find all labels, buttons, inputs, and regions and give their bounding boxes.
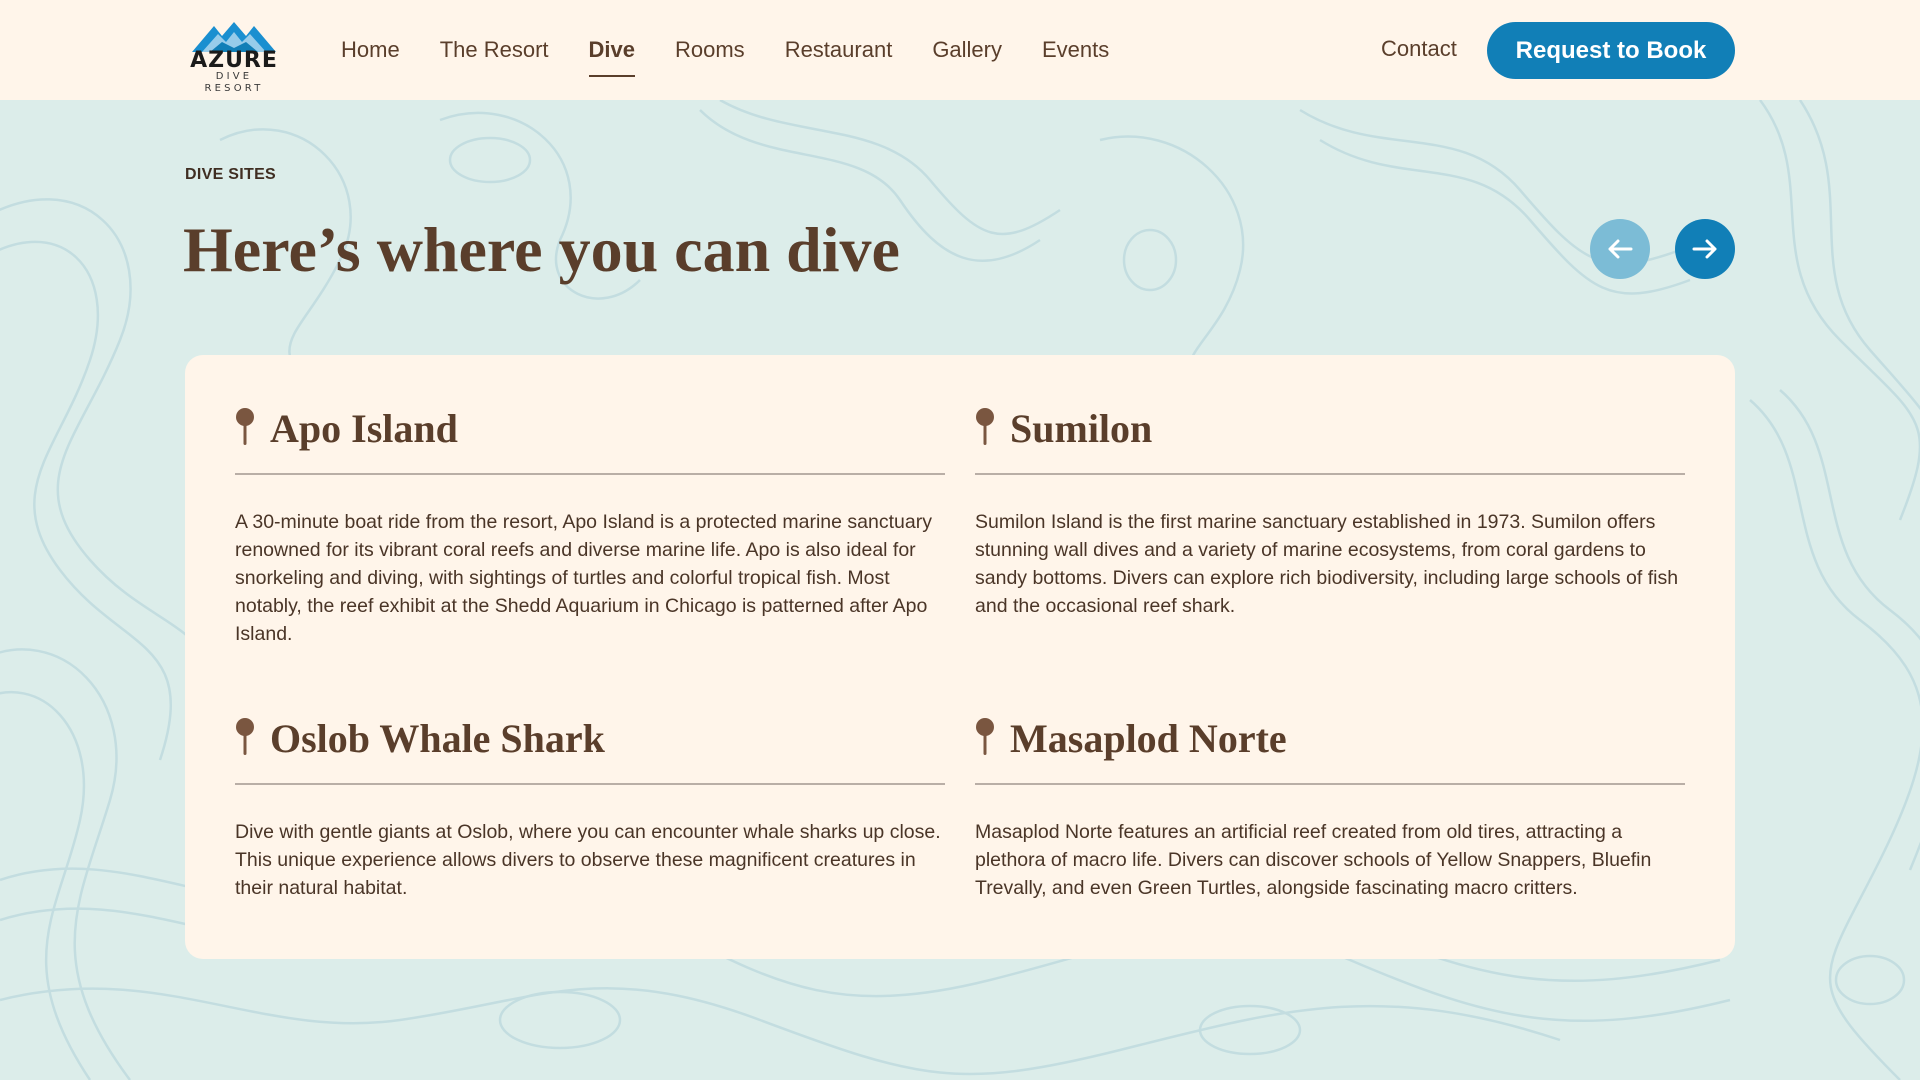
nav-restaurant[interactable]: Restaurant [785, 35, 893, 65]
arrow-left-icon [1608, 239, 1633, 259]
dive-site-name: Masaplod Norte [1010, 716, 1287, 761]
nav-home[interactable]: Home [341, 35, 400, 65]
azure-logo[interactable]: AZURE DIVE RESORT [184, 20, 284, 94]
dive-site-description: Masaplod Norte features an artificial re… [975, 821, 1652, 899]
dive-site-header: Masaplod Norte [975, 715, 1685, 785]
nav-dive[interactable]: Dive [588, 35, 636, 77]
dive-site-name: Sumilon [1010, 406, 1153, 451]
contact-link[interactable]: Contact [1381, 34, 1457, 64]
dive-sites-card: Apo Island A 30-minute boat ride from th… [185, 355, 1735, 959]
dive-site-sumilon: Sumilon Sumilon Island is the first mari… [975, 405, 1685, 620]
dive-site-header: Oslob Whale Shark [235, 715, 945, 785]
dive-site-header: Sumilon [975, 405, 1685, 475]
site-header: AZURE DIVE RESORT Home The Resort Dive R… [0, 0, 1920, 100]
carousel-next-button[interactable] [1675, 219, 1735, 279]
dive-site-header: Apo Island [235, 405, 945, 475]
nav-events[interactable]: Events [1042, 35, 1109, 65]
dive-site-oslob-whale-shark: Oslob Whale Shark Dive with gentle giant… [235, 715, 945, 902]
dive-site-apo-island: Apo Island A 30-minute boat ride from th… [235, 405, 945, 648]
nav-gallery[interactable]: Gallery [932, 35, 1002, 65]
map-pin-icon [236, 718, 254, 755]
section-eyebrow: DIVE SITES [185, 166, 277, 183]
dive-site-name: Apo Island [270, 406, 458, 451]
map-pin-icon [976, 408, 994, 445]
dive-site-name: Oslob Whale Shark [270, 716, 605, 761]
nav-rooms[interactable]: Rooms [675, 35, 745, 65]
section-title: Here’s where you can dive [183, 214, 900, 285]
request-to-book-button[interactable]: Request to Book [1487, 22, 1735, 79]
carousel-prev-button[interactable] [1590, 219, 1650, 279]
map-pin-icon [976, 718, 994, 755]
main-nav: Home The Resort Dive Rooms Restaurant Ga… [341, 0, 1149, 100]
dive-site-masaplod-norte: Masaplod Norte Masaplod Norte features a… [975, 715, 1685, 902]
logo-tagline: DIVE RESORT [204, 71, 264, 94]
dive-site-description: Sumilon Island is the first marine sanct… [975, 511, 1679, 617]
map-pin-icon [236, 408, 254, 445]
dive-site-description: A 30-minute boat ride from the resort, A… [235, 511, 932, 645]
dive-site-description: Dive with gentle giants at Oslob, where … [235, 821, 941, 899]
arrow-right-icon [1692, 239, 1717, 259]
logo-wordmark: AZURE [190, 48, 278, 73]
nav-the-resort[interactable]: The Resort [440, 35, 549, 65]
